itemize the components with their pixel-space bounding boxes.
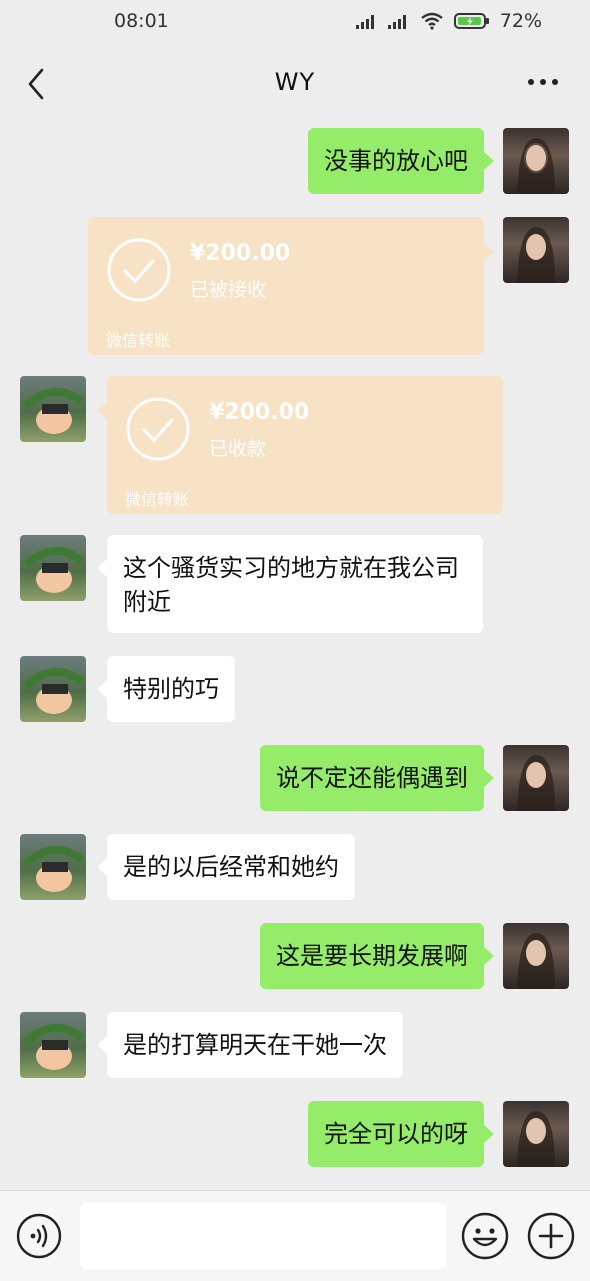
chat-header: WY (0, 44, 590, 122)
chat-title: WY (274, 68, 316, 96)
input-bar (0, 1190, 590, 1281)
message-bubble-received[interactable]: 是的以后经常和她约 (97, 834, 355, 900)
avatar[interactable] (503, 745, 569, 811)
avatar[interactable] (503, 128, 569, 194)
more-icon (528, 79, 558, 85)
emoji-icon (461, 1212, 509, 1260)
avatar[interactable] (20, 535, 86, 601)
avatar[interactable] (20, 1012, 86, 1078)
check-icon (126, 397, 190, 461)
status-indicators: 72% (355, 10, 542, 32)
wifi-icon (421, 12, 443, 30)
message-bubble-sent[interactable]: 说不定还能偶遇到 (260, 745, 494, 811)
transfer-label: 微信转账 (106, 331, 171, 350)
avatar[interactable] (20, 834, 86, 900)
plus-icon (527, 1212, 575, 1260)
message-bubble-sent[interactable]: 没事的放心吧 (308, 128, 494, 194)
message-bubble-received[interactable]: 这个骚货实习的地方就在我公司附近 (97, 535, 483, 633)
emoji-button[interactable] (460, 1211, 510, 1261)
message-bubble-received[interactable]: 特别的巧 (97, 656, 235, 722)
voice-icon (16, 1213, 62, 1259)
transfer-card[interactable]: ¥200.00 已收款 微信转账 (97, 376, 503, 514)
voice-button[interactable] (16, 1213, 62, 1259)
battery-icon (453, 13, 489, 29)
transfer-amount: ¥200.00 (190, 241, 291, 266)
avatar[interactable] (503, 923, 569, 989)
status-bar: 08:01 72% (0, 0, 590, 44)
avatar[interactable] (20, 376, 86, 442)
avatar[interactable] (503, 1101, 569, 1167)
signal-icon (355, 15, 374, 29)
transfer-card[interactable]: ¥200.00 已被接收 微信转账 (88, 217, 494, 355)
check-icon (107, 238, 171, 302)
message-input[interactable] (80, 1203, 446, 1269)
avatar[interactable] (20, 656, 86, 722)
message-bubble-received[interactable]: 是的打算明天在干她一次 (97, 1012, 403, 1078)
avatar[interactable] (503, 217, 569, 283)
status-time: 08:01 (114, 10, 169, 32)
message-bubble-sent[interactable]: 这是要长期发展啊 (260, 923, 494, 989)
transfer-label: 微信转账 (125, 490, 190, 509)
chat-area[interactable]: 没事的放心吧 ¥200.00 已被接收 微信转账 ¥200.00 已收款 微信转… (0, 122, 590, 1190)
message-bubble-sent[interactable]: 完全可以的呀 (308, 1101, 494, 1167)
plus-button[interactable] (526, 1211, 576, 1261)
more-button[interactable] (526, 72, 560, 92)
transfer-status: 已收款 (209, 438, 267, 460)
transfer-status: 已被接收 (190, 279, 267, 301)
battery-percent: 72% (499, 10, 542, 32)
transfer-amount: ¥200.00 (209, 400, 310, 425)
signal-icon (387, 15, 406, 29)
